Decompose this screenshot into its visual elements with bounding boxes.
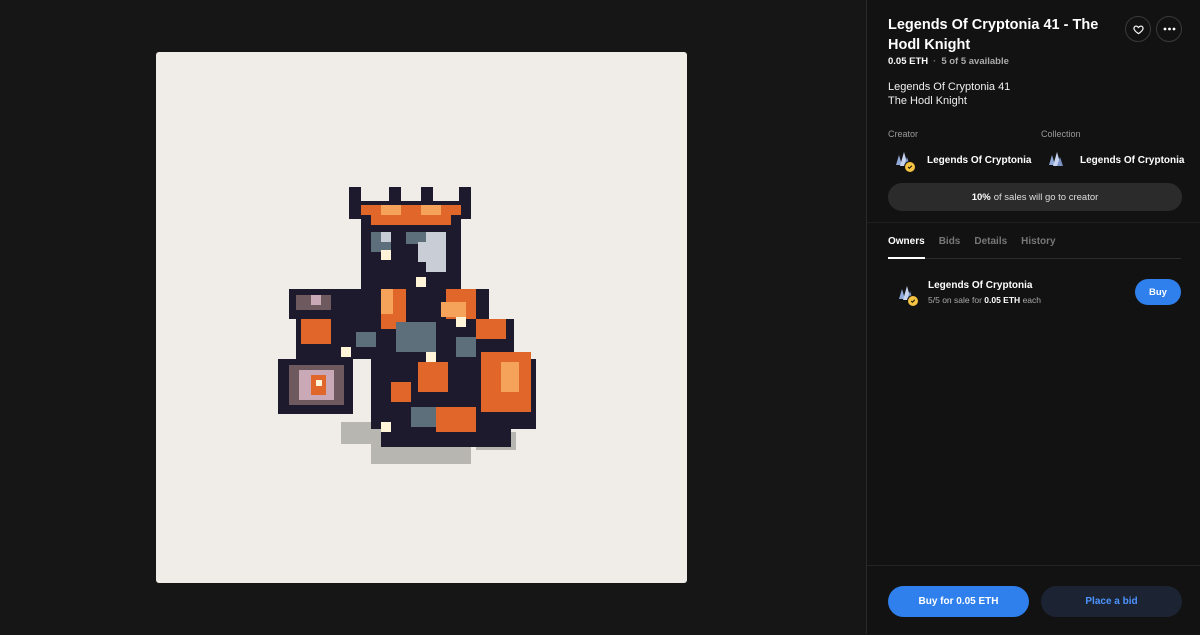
divider (867, 222, 1200, 223)
sale-count: 5/5 (928, 295, 940, 305)
royalty-info: 10% of sales will go to creator (888, 183, 1182, 211)
separator-dot: · (933, 56, 937, 67)
availability: 5 of 5 available (941, 56, 1009, 67)
creator-label: Creator (888, 129, 919, 139)
nft-description: Legends Of Cryptonia 41 The Hodl Knight (888, 80, 1010, 108)
sale-text: on sale for (942, 295, 982, 305)
owner-buy-button[interactable]: Buy (1135, 279, 1181, 305)
like-button[interactable] (1125, 16, 1151, 42)
nft-artwork[interactable] (156, 52, 687, 583)
buy-now-button[interactable]: Buy for 0.05 ETH (888, 586, 1029, 617)
nft-title: Legends Of Cryptonia 41 - The Hodl Knigh… (888, 17, 1099, 53)
description-line: Legends Of Cryptonia 41 (888, 81, 1011, 93)
owner-avatar[interactable] (894, 283, 919, 307)
creator-name: Legends Of Cryptonia (927, 154, 1032, 166)
artwork-viewer (0, 0, 866, 634)
action-footer: Buy for 0.05 ETH Place a bid (867, 565, 1200, 635)
pixel-knight-image (278, 187, 536, 464)
avatar (891, 149, 916, 173)
tab-bar: Owners Bids Details History (888, 236, 1181, 259)
verified-check-icon (907, 295, 919, 307)
tab-bids[interactable]: Bids (939, 236, 961, 258)
creator-link[interactable]: Legends Of Cryptonia (891, 149, 1032, 173)
tab-owners[interactable]: Owners (888, 236, 925, 259)
collection-name: Legends Of Cryptonia (1080, 154, 1185, 166)
place-bid-button[interactable]: Place a bid (1041, 586, 1182, 617)
royalty-text: of sales will go to creator (993, 191, 1099, 203)
more-options-button[interactable] (1156, 16, 1182, 42)
details-panel: Legends Of Cryptonia 41 - The Hodl Knigh… (866, 0, 1200, 634)
crystal-avatar-icon (1049, 152, 1063, 166)
tab-history[interactable]: History (1021, 236, 1055, 258)
sale-text-each: each (1022, 295, 1041, 305)
heart-icon (1132, 24, 1144, 34)
sale-price: 0.05 ETH (984, 295, 1021, 305)
tab-details[interactable]: Details (974, 236, 1007, 258)
price-availability: 0.05 ETH · 5 of 5 available (888, 56, 1009, 67)
more-horizontal-icon (1163, 27, 1175, 31)
avatar (1044, 149, 1066, 171)
verified-check-icon (904, 161, 916, 173)
description-line: The Hodl Knight (888, 95, 967, 107)
owner-name[interactable]: Legends Of Cryptonia (928, 280, 1032, 291)
owner-list-item: Legends Of Cryptonia 5/5 on sale for 0.0… (888, 278, 1181, 308)
collection-link[interactable]: Legends Of Cryptonia (1044, 149, 1184, 171)
owner-sale-info: 5/5 on sale for 0.05 ETH each (928, 295, 1041, 305)
royalty-percent: 10% (971, 191, 991, 203)
price: 0.05 ETH (888, 56, 929, 67)
collection-label: Collection (1041, 129, 1081, 139)
